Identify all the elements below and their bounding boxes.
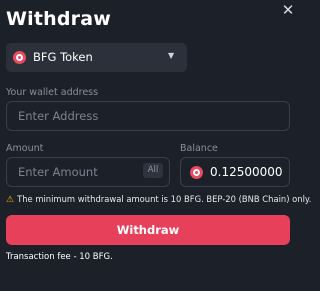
chevron-down-icon: ▼ <box>168 51 175 60</box>
transaction-fee-text: Transaction fee - 10 BFG. <box>6 252 113 262</box>
bfg-token-icon <box>190 166 203 179</box>
all-amount-button[interactable]: All <box>143 163 163 178</box>
withdraw-button[interactable]: Withdraw <box>6 215 290 245</box>
token-select[interactable]: BFG Token ▼ <box>6 43 187 72</box>
minimum-withdrawal-notice: ⚠ The minimum withdrawal amount is 10 BFG… <box>6 194 311 205</box>
balance-label: Balance <box>180 143 218 154</box>
balance-value: 0.12500000 <box>210 165 283 179</box>
bfg-token-icon <box>13 51 26 64</box>
token-select-value: BFG Token <box>33 50 93 64</box>
dialog-title: Withdraw <box>6 8 112 30</box>
notice-text: The minimum withdrawal amount is 10 BFG.… <box>17 194 312 204</box>
balance-field: 0.12500000 <box>180 157 290 187</box>
amount-label: Amount <box>6 143 44 154</box>
wallet-address-input[interactable] <box>6 101 290 131</box>
warning-icon: ⚠ <box>6 195 15 205</box>
close-icon[interactable]: ✕ <box>281 3 295 18</box>
wallet-address-label: Your wallet address <box>6 87 99 98</box>
